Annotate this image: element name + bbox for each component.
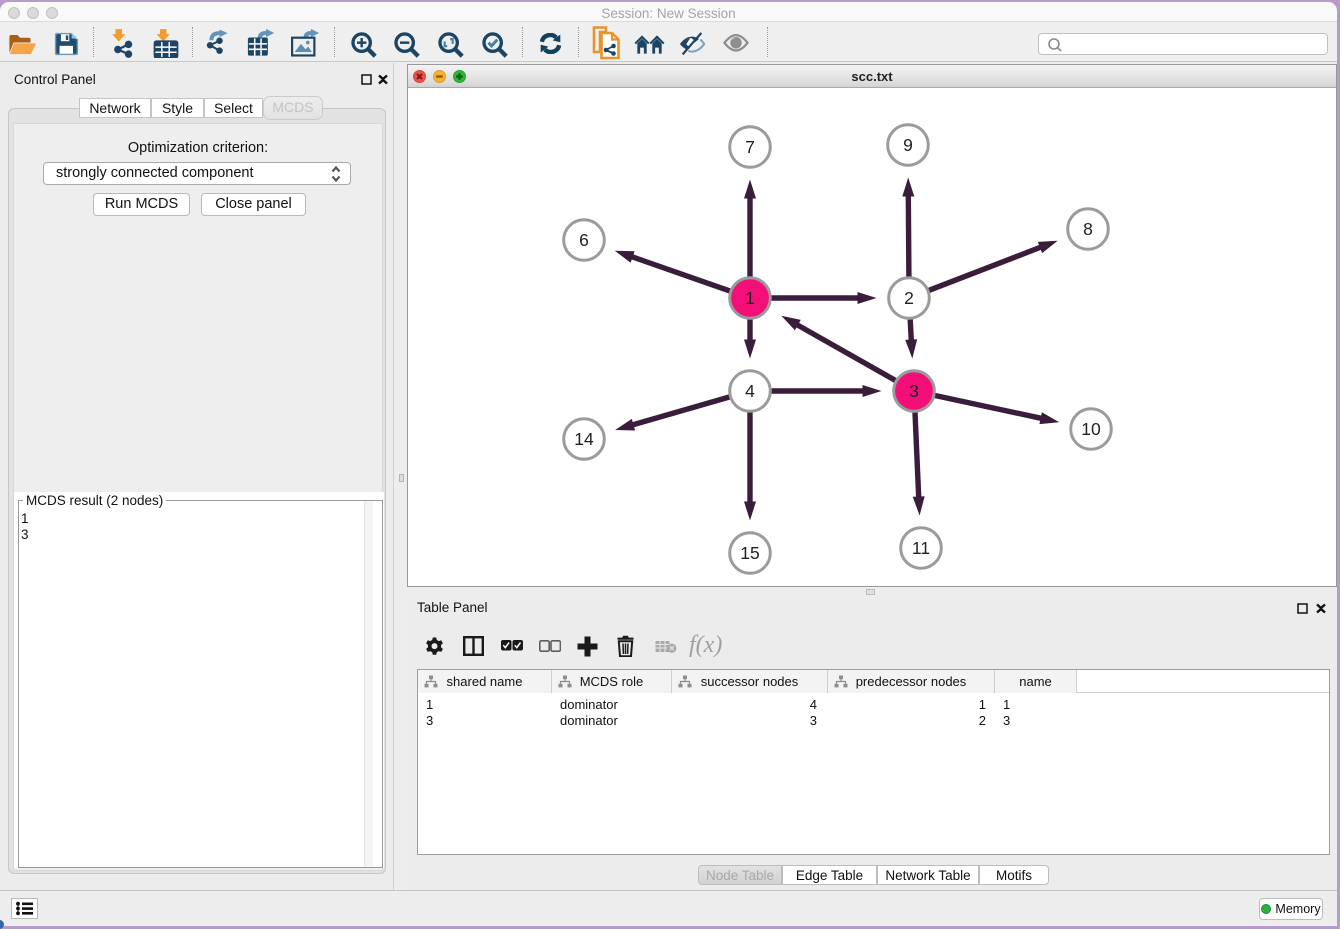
svg-text:4: 4 [745, 381, 755, 401]
svg-text:3: 3 [909, 381, 919, 401]
svg-text:15: 15 [740, 543, 759, 563]
svg-text:1: 1 [745, 288, 755, 308]
svg-text:11: 11 [912, 538, 930, 558]
svg-text:8: 8 [1083, 219, 1093, 239]
svg-text:7: 7 [745, 137, 755, 157]
svg-text:14: 14 [574, 429, 594, 449]
svg-text:6: 6 [579, 230, 589, 250]
svg-text:10: 10 [1081, 419, 1101, 439]
svg-text:2: 2 [904, 288, 914, 308]
svg-text:9: 9 [903, 135, 913, 155]
